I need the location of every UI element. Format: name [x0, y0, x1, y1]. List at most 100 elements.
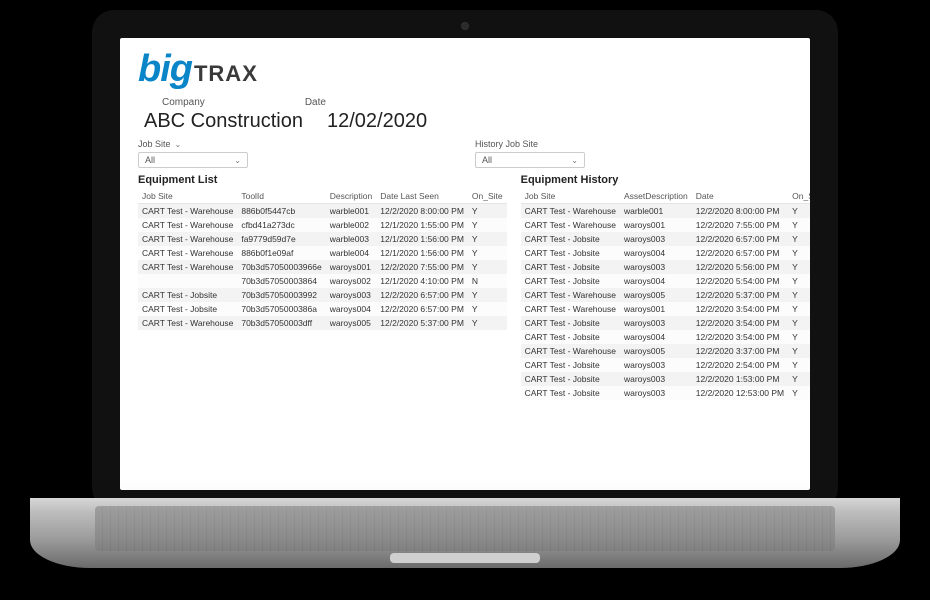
- filter-history-jobsite-label-text: History Job Site: [475, 139, 538, 149]
- table-cell: waroys005: [620, 288, 692, 302]
- col-header[interactable]: On_Site: [788, 189, 810, 204]
- col-header[interactable]: Description: [326, 189, 377, 204]
- table-row[interactable]: CART Test - Jobsite70b3d57050003992waroy…: [138, 288, 507, 302]
- table-row[interactable]: CART Test - Warehousefa9779d59d7ewarble0…: [138, 232, 507, 246]
- app-screen: big TRAX Company Date ABC Construction 1…: [120, 38, 810, 490]
- table-cell: CART Test - Jobsite: [521, 274, 620, 288]
- table-cell: warble001: [620, 204, 692, 219]
- table-row[interactable]: CART Test - Warehousewarble00112/2/2020 …: [521, 204, 810, 219]
- col-header[interactable]: Job Site: [138, 189, 237, 204]
- header-values: ABC Construction 12/02/2020: [144, 110, 792, 133]
- label-company: Company: [162, 97, 205, 108]
- table-cell: warble004: [326, 246, 377, 260]
- table-cell: Y: [468, 218, 507, 232]
- table-row[interactable]: CART Test - Warehousewaroys00112/2/2020 …: [521, 218, 810, 232]
- table-row[interactable]: CART Test - Jobsitewaroys00312/2/2020 6:…: [521, 232, 810, 246]
- table-cell: waroys002: [326, 274, 377, 288]
- col-header[interactable]: ToolId: [237, 189, 325, 204]
- table-cell: CART Test - Warehouse: [521, 344, 620, 358]
- table-row[interactable]: CART Test - Warehousecfbd41a273dcwarble0…: [138, 218, 507, 232]
- table-cell: 12/2/2020 6:57:00 PM: [376, 288, 468, 302]
- table-row[interactable]: 70b3d57050003864waroys00212/1/2020 4:10:…: [138, 274, 507, 288]
- table-cell: 70b3d57050003864: [237, 274, 325, 288]
- table-cell: Y: [468, 302, 507, 316]
- filter-history-jobsite-select[interactable]: All ⌄: [475, 152, 585, 168]
- table-cell: CART Test - Warehouse: [138, 204, 237, 219]
- table-row[interactable]: CART Test - Warehouse70b3d57050003dffwar…: [138, 316, 507, 330]
- table-row[interactable]: CART Test - Warehousewaroys00112/2/2020 …: [521, 302, 810, 316]
- table-cell: 70b3d57050003966e: [237, 260, 325, 274]
- table-row[interactable]: CART Test - Jobsitewaroys00412/2/2020 6:…: [521, 246, 810, 260]
- table-row[interactable]: CART Test - Jobsitewaroys00312/2/2020 3:…: [521, 316, 810, 330]
- chevron-down-icon: ⌄: [571, 156, 578, 165]
- col-header[interactable]: Date Last Seen: [376, 189, 468, 204]
- table-cell: 886b0f5447cb: [237, 204, 325, 219]
- table-row[interactable]: CART Test - Warehousewaroys00512/2/2020 …: [521, 288, 810, 302]
- table-cell: Y: [788, 218, 810, 232]
- filter-jobsite-value: All: [145, 155, 155, 165]
- table-cell: warble003: [326, 232, 377, 246]
- table-cell: CART Test - Jobsite: [138, 288, 237, 302]
- table-cell: waroys003: [620, 316, 692, 330]
- equipment-history-table: Job Site AssetDescription Date On_Site C…: [521, 189, 810, 400]
- table-cell: CART Test - Warehouse: [521, 204, 620, 219]
- table-row[interactable]: CART Test - Warehouse886b0f5447cbwarble0…: [138, 204, 507, 219]
- table-cell: Y: [788, 246, 810, 260]
- table-cell: 12/1/2020 1:55:00 PM: [376, 218, 468, 232]
- table-cell: CART Test - Jobsite: [521, 246, 620, 260]
- table-row[interactable]: CART Test - Warehousewaroys00512/2/2020 …: [521, 344, 810, 358]
- table-cell: 12/2/2020 1:53:00 PM: [692, 372, 788, 386]
- table-row[interactable]: CART Test - Jobsitewaroys00412/2/2020 5:…: [521, 274, 810, 288]
- table-cell: waroys003: [620, 232, 692, 246]
- table-cell: CART Test - Warehouse: [521, 218, 620, 232]
- table-row[interactable]: CART Test - Warehouse70b3d57050003966ewa…: [138, 260, 507, 274]
- equipment-list-title: Equipment List: [138, 174, 507, 186]
- table-row[interactable]: CART Test - Jobsite70b3d5705000386awaroy…: [138, 302, 507, 316]
- equipment-list-panel: Equipment List Job Site ToolId Descripti…: [138, 174, 507, 400]
- table-row[interactable]: CART Test - Warehouse886b0f1e09afwarble0…: [138, 246, 507, 260]
- col-header[interactable]: On_Site: [468, 189, 507, 204]
- laptop-frame: big TRAX Company Date ABC Construction 1…: [92, 10, 838, 510]
- col-header[interactable]: AssetDescription: [620, 189, 692, 204]
- filter-jobsite-select[interactable]: All ⌄: [138, 152, 248, 168]
- table-cell: Y: [788, 358, 810, 372]
- table-cell: waroys001: [326, 260, 377, 274]
- logo-big: big: [138, 48, 192, 91]
- table-cell: waroys004: [620, 274, 692, 288]
- col-header[interactable]: Job Site: [521, 189, 620, 204]
- table-cell: waroys005: [620, 344, 692, 358]
- table-row[interactable]: CART Test - Jobsitewaroys00312/2/2020 1:…: [521, 372, 810, 386]
- table-cell: Y: [468, 260, 507, 274]
- table-cell: CART Test - Jobsite: [521, 358, 620, 372]
- table-row[interactable]: CART Test - Jobsitewaroys00312/2/2020 5:…: [521, 260, 810, 274]
- col-header[interactable]: Date: [692, 189, 788, 204]
- table-cell: 12/2/2020 3:54:00 PM: [692, 302, 788, 316]
- table-cell: CART Test - Jobsite: [521, 372, 620, 386]
- table-row[interactable]: CART Test - Jobsitewaroys00312/2/2020 2:…: [521, 358, 810, 372]
- table-cell: Y: [788, 204, 810, 219]
- chevron-down-icon: ⌄: [234, 156, 241, 165]
- table-cell: waroys001: [620, 218, 692, 232]
- value-company: ABC Construction: [144, 110, 303, 133]
- camera-dot: [461, 22, 469, 30]
- table-cell: warble002: [326, 218, 377, 232]
- table-cell: 12/2/2020 3:54:00 PM: [692, 330, 788, 344]
- table-cell: N: [468, 274, 507, 288]
- table-cell: 12/2/2020 3:54:00 PM: [692, 316, 788, 330]
- table-cell: warble001: [326, 204, 377, 219]
- equipment-history-title: Equipment History: [521, 174, 810, 186]
- table-cell: 12/2/2020 6:57:00 PM: [376, 302, 468, 316]
- table-cell: waroys001: [620, 302, 692, 316]
- table-cell: waroys003: [326, 288, 377, 302]
- table-cell: waroys003: [620, 260, 692, 274]
- table-cell: Y: [468, 232, 507, 246]
- table-cell: waroys004: [326, 302, 377, 316]
- table-cell: 12/1/2020 1:56:00 PM: [376, 246, 468, 260]
- table-cell: waroys003: [620, 386, 692, 400]
- table-cell: waroys003: [620, 358, 692, 372]
- keyboard: [95, 506, 835, 551]
- table-cell: CART Test - Jobsite: [521, 316, 620, 330]
- table-row[interactable]: CART Test - Jobsitewaroys00412/2/2020 3:…: [521, 330, 810, 344]
- table-row[interactable]: CART Test - Jobsitewaroys00312/2/2020 12…: [521, 386, 810, 400]
- table-cell: CART Test - Warehouse: [138, 260, 237, 274]
